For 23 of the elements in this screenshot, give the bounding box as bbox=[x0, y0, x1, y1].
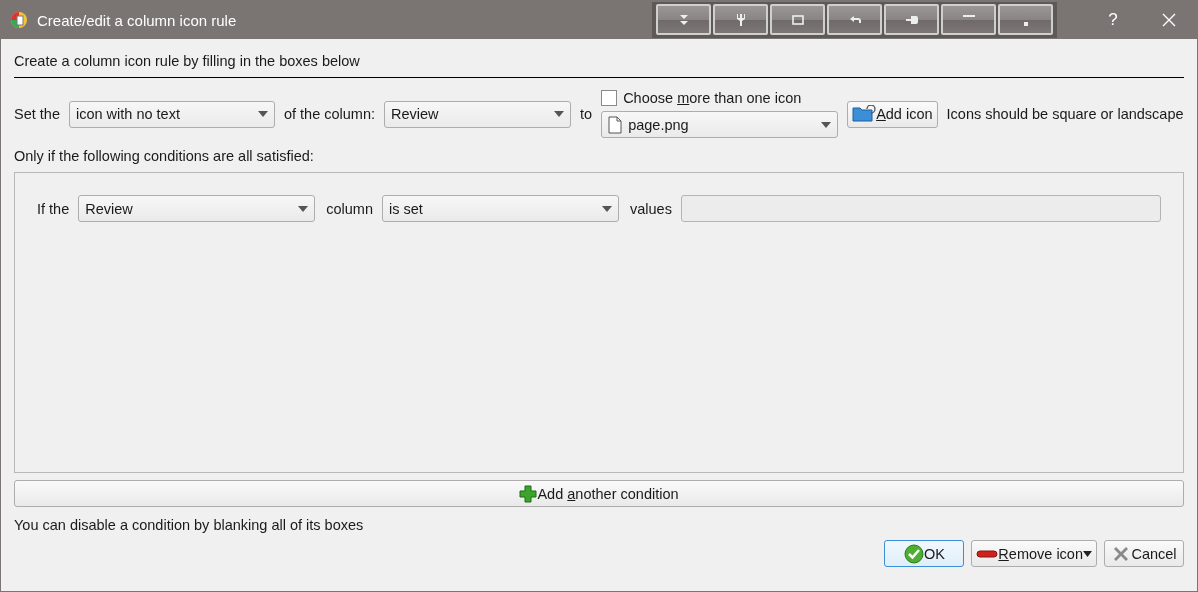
field-label: column bbox=[326, 200, 373, 217]
help-button[interactable]: ? bbox=[1085, 1, 1141, 39]
field-label: If the bbox=[37, 200, 70, 217]
field-label: to bbox=[580, 106, 593, 122]
checkbox-label[interactable]: Choose more than one icon bbox=[623, 90, 802, 106]
column-dropdown[interactable]: Review bbox=[78, 195, 316, 222]
condition-dropdown[interactable]: is set bbox=[382, 195, 619, 222]
conditions-label: Only if the following conditions are all satisfied: bbox=[14, 148, 315, 164]
field-label: Set the bbox=[14, 106, 60, 122]
field-label: values bbox=[630, 200, 672, 217]
add-condition-button[interactable]: Add another condition bbox=[14, 480, 1184, 507]
heading: Create a column icon rule by filling in the boxes below bbox=[14, 39, 1184, 78]
cancel-button[interactable]: Cancel bbox=[1104, 540, 1184, 567]
hint-text: Icons should be square or landscape bbox=[946, 106, 1184, 122]
icon-dropdown[interactable]: page.png bbox=[601, 111, 839, 138]
footer-note: You can disable a condition by blanking all of its boxes bbox=[14, 517, 365, 533]
window-title: Create/edit a column icon rule bbox=[37, 11, 238, 29]
field-label: of the column: bbox=[283, 106, 376, 122]
column-dropdown[interactable]: Review bbox=[384, 100, 572, 128]
remove-button[interactable]: Remove icon bbox=[971, 540, 1097, 567]
kind-dropdown[interactable]: icon with no text bbox=[68, 100, 275, 128]
ok-button[interactable]: OK bbox=[884, 540, 965, 567]
add-icon-button[interactable]: Add icon bbox=[847, 100, 938, 128]
